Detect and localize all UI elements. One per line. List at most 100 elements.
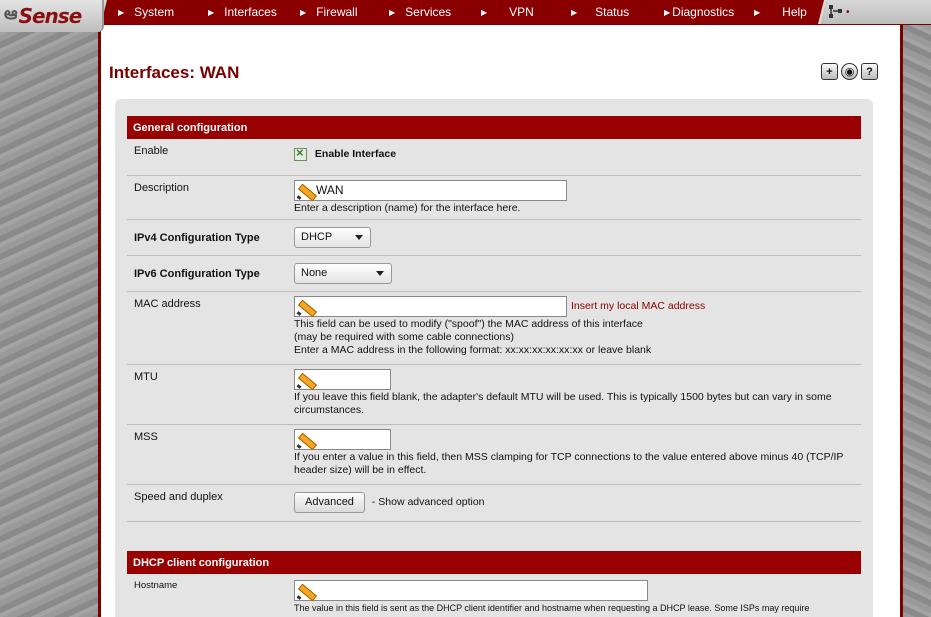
ipv4-value: DHCP [301,231,333,243]
hostname-body: The value in this field is sent as the D… [294,580,859,615]
advanced-help: - Show advanced option [371,496,485,508]
description-body: WAN Enter a description (name) for the i… [294,180,859,215]
enable-body: Enable Interface [294,146,859,161]
arrow-right-icon: ▶ [389,7,396,17]
hostname-help: The value in this field is sent as the D… [294,603,810,613]
arrow-right-icon: ▶ [118,7,125,17]
row-ipv6: IPv6 Configuration Type None [127,256,861,292]
hostname-label: Hostname [134,580,178,591]
description-input[interactable]: WAN [294,180,567,201]
arrow-right-icon: ▶ [571,7,578,17]
ipv4-select[interactable]: DHCP [294,227,371,248]
page-title: Interfaces: WAN [109,63,240,82]
hostname-input[interactable] [294,580,648,601]
mac-input[interactable] [294,296,567,317]
ipv6-value: None [301,267,328,279]
nav-label: Help [782,5,807,19]
nav-firewall[interactable]: ▶ Firewall [300,0,358,24]
mss-help-1: If you enter a value in this field, then… [294,451,844,463]
logo-icon: ఆ [4,4,18,23]
nav-status[interactable]: ▶ Status [571,0,629,24]
content-box: General configuration Enable Enable Inte… [115,99,873,617]
pencil-icon [296,182,314,200]
description-help: Enter a description (name) for the inter… [294,202,521,214]
insert-mac-link[interactable]: Insert my local MAC address [571,300,705,313]
mtu-body: If you leave this field blank, the adapt… [294,369,859,417]
row-mtu: MTU If you leave this field blank, the a… [127,365,861,425]
mac-field-line: Insert my local MAC address [294,296,859,317]
nav-label: Interfaces [224,5,277,19]
main-panel: Interfaces: WAN + ◉ ? General configurat… [98,25,903,617]
enable-checkbox[interactable] [294,146,307,161]
main-nav: ▶ System ▶ Interfaces ▶ Firewall ▶ Services … [101,0,827,24]
page-icons: + ◉ ? [821,63,878,80]
section-dhcp-header: DHCP client configuration [127,551,861,574]
row-hostname: Hostname The value in this field is sent… [127,574,861,617]
nav-services[interactable]: ▶ Services [389,0,451,24]
nav-interfaces[interactable]: ▶ Interfaces [208,0,277,24]
row-ipv4: IPv4 Configuration Type DHCP [127,220,861,256]
mac-help-3: Enter a MAC address in the following for… [294,344,652,356]
arrow-right-icon: ▶ [664,7,671,17]
nav-label: Status [595,5,630,19]
logo-text: Sense [18,4,83,28]
nav-label: System [134,5,175,19]
nav-vpn[interactable]: ▶ VPN [481,0,534,24]
nav-label: Firewall [316,5,358,19]
mtu-label: MTU [134,371,158,383]
row-description: Description WAN Enter a description (nam… [127,176,861,220]
mtu-help-1: If you leave this field blank, the adapt… [294,391,832,403]
mtu-help-2: circumstances. [294,404,365,416]
background-right [901,0,931,617]
pencil-icon [296,431,314,449]
nav-system[interactable]: ▶ System [118,0,174,24]
mac-help-1: This field can be used to modify ("spoof… [294,318,643,330]
help-icon[interactable]: ? [861,63,878,80]
pencil-icon [296,298,314,316]
ipv4-body: DHCP [294,227,859,248]
section-general-header: General configuration [127,116,861,139]
enable-label: Enable [134,145,169,157]
mac-body: Insert my local MAC address This field c… [294,296,859,357]
ipv4-label: IPv4 Configuration Type [134,232,260,244]
row-enable: Enable Enable Interface [127,139,861,176]
nav-diagnostics[interactable]: ▶ Diagnostics [664,0,734,24]
advanced-button[interactable]: Advanced [294,492,365,513]
network-map-icon[interactable]: • [828,3,868,21]
mss-body: If you enter a value in this field, then… [294,429,859,477]
mss-input[interactable] [294,429,391,450]
row-mss: MSS If you enter a value in this field, … [127,425,861,485]
row-speed: Speed and duplex Advanced - Show advance… [127,485,861,522]
network-map-glyph [829,5,842,18]
mss-label: MSS [134,431,158,443]
mtu-input[interactable] [294,369,391,390]
pencil-icon [296,582,314,600]
nav-label: Services [405,5,452,19]
description-value: WAN [316,183,344,197]
brand-logo[interactable]: ఆ Sense [0,0,104,32]
add-icon[interactable]: + [821,63,838,80]
chevron-down-icon [376,271,384,276]
ipv6-body: None [294,263,859,284]
arrow-right-icon: ▶ [754,7,761,17]
row-mac: MAC address Insert my local MAC address … [127,292,861,365]
arrow-right-icon: ▶ [208,7,215,17]
arrow-right-icon: ▶ [300,7,307,17]
speed-label: Speed and duplex [134,491,223,503]
enable-checkbox-label: Enable Interface [314,148,397,161]
nav-help[interactable]: ▶ Help [754,0,807,24]
mss-help-2: header size) will be in effect. [294,464,427,476]
ipv6-select[interactable]: None [294,263,392,284]
arrow-right-icon: ▶ [481,7,488,17]
mac-label: MAC address [134,298,201,310]
description-label: Description [134,182,190,194]
log-icon[interactable]: ◉ [841,63,858,80]
speed-body: Advanced - Show advanced option [294,492,859,513]
background-left [0,0,100,617]
mac-help-2: (may be required with some cable connect… [294,331,515,343]
chevron-down-icon [355,235,363,240]
menu-dot-icon: • [846,6,850,18]
pencil-icon [296,371,314,389]
ipv6-label: IPv6 Configuration Type [134,268,260,280]
nav-label: VPN [509,5,534,19]
